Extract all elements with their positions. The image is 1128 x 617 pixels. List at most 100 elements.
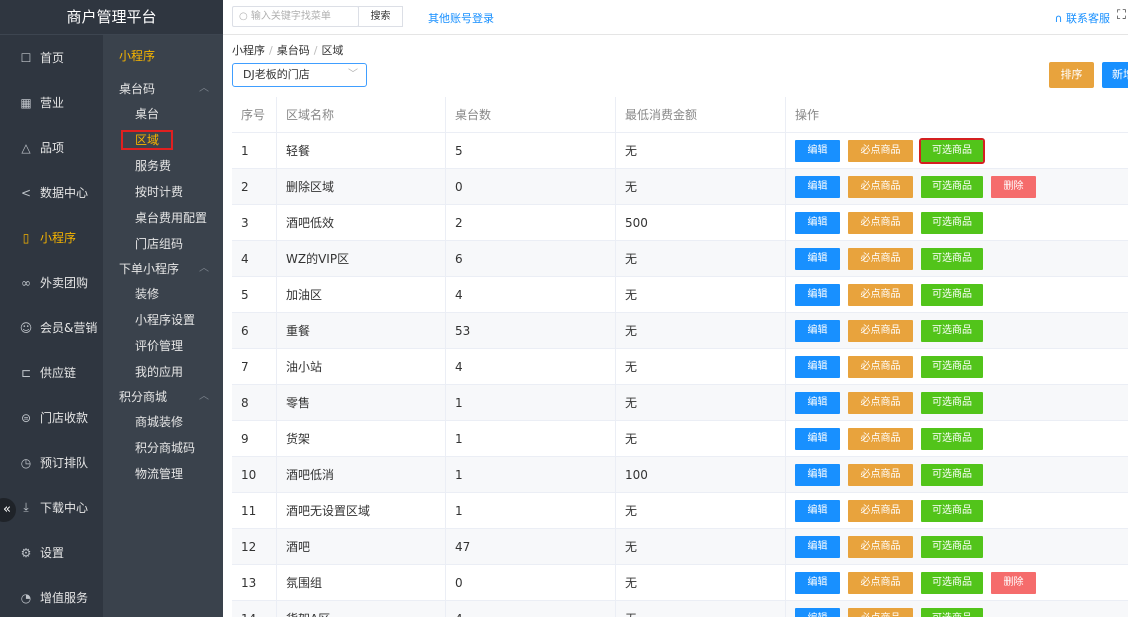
optional-items-button[interactable]: 可选商品 — [921, 427, 983, 450]
optional-items-button[interactable]: 可选商品 — [921, 355, 983, 378]
contact-support-label: 联系客服 — [1066, 12, 1110, 25]
sub-nav-item[interactable]: 商城装修 — [103, 409, 223, 435]
required-items-button[interactable]: 必点商品 — [848, 355, 913, 378]
optional-items-button[interactable]: 可选商品 — [919, 137, 985, 164]
row-name: 货架A区 — [276, 601, 445, 617]
sub-nav-item[interactable]: 物流管理 — [103, 461, 223, 487]
table-row: 3 酒吧低效 2 500 编辑 必点商品 可选商品 — [232, 205, 1128, 241]
sub-nav-item[interactable]: 我的应用 — [103, 359, 223, 385]
optional-items-button[interactable]: 可选商品 — [921, 571, 983, 594]
sub-nav-item[interactable]: 积分商城码 — [103, 435, 223, 461]
optional-items-button[interactable]: 可选商品 — [921, 463, 983, 486]
required-items-button[interactable]: 必点商品 — [848, 139, 913, 162]
add-button[interactable]: 新增 — [1102, 62, 1128, 88]
row-min-spend: 无 — [615, 277, 785, 312]
search-input[interactable]: ○ 输入关键字找菜单 — [232, 6, 359, 27]
optional-items-button[interactable]: 可选商品 — [921, 247, 983, 270]
optional-items-button[interactable]: 可选商品 — [921, 499, 983, 522]
row-min-spend: 无 — [615, 565, 785, 600]
optional-items-button[interactable]: 可选商品 — [921, 211, 983, 234]
nav-item[interactable]: ▯ 小程序 — [0, 215, 103, 260]
required-items-button[interactable]: 必点商品 — [848, 535, 913, 558]
required-items-button[interactable]: 必点商品 — [848, 283, 913, 306]
edit-button[interactable]: 编辑 — [795, 535, 840, 558]
breadcrumb-item[interactable]: 桌台码 — [277, 44, 310, 57]
fullscreen-icon[interactable]: ⛶ — [1117, 8, 1126, 23]
sub-nav-item[interactable]: 桌台 — [103, 101, 223, 127]
sub-nav-item[interactable]: 桌台费用配置 — [103, 205, 223, 231]
sub-nav-item[interactable]: 评价管理 — [103, 333, 223, 359]
other-account-login-link[interactable]: 其他账号登录 — [428, 10, 494, 26]
edit-button[interactable]: 编辑 — [795, 211, 840, 234]
required-items-button[interactable]: 必点商品 — [848, 499, 913, 522]
optional-items-button[interactable]: 可选商品 — [921, 391, 983, 414]
table-row: 11 酒吧无设置区域 1 无编辑 必点商品 可选商品 — [232, 493, 1128, 529]
nav-item[interactable]: ⊜ 门店收款 — [0, 395, 103, 440]
edit-button[interactable]: 编辑 — [795, 463, 840, 486]
required-items-button[interactable]: 必点商品 — [848, 211, 913, 234]
sub-nav-item[interactable]: 服务费 — [103, 153, 223, 179]
required-items-button[interactable]: 必点商品 — [848, 607, 913, 617]
phone-icon: ▯ — [22, 230, 30, 245]
required-items-button[interactable]: 必点商品 — [848, 175, 913, 198]
contact-support-link[interactable]: ∩ 联系客服 — [1054, 10, 1110, 26]
store-select[interactable]: DJ老板的门店 ﹀ — [232, 63, 367, 87]
sub-nav-item-label: 小程序设置 — [135, 313, 196, 327]
row-tables: 53 — [445, 313, 615, 348]
sub-nav-item[interactable]: 按时计费 — [103, 179, 223, 205]
row-actions: 编辑必点商品可选商品 — [785, 529, 1128, 564]
sub-nav-item[interactable]: 小程序设置 — [103, 307, 223, 333]
search-button[interactable]: 搜索 — [358, 6, 403, 27]
edit-button[interactable]: 编辑 — [795, 247, 840, 270]
edit-button[interactable]: 编辑 — [795, 175, 840, 198]
required-items-button[interactable]: 必点商品 — [848, 463, 913, 486]
sub-nav-item[interactable]: 装修 — [103, 281, 223, 307]
required-items-button[interactable]: 必点商品 — [848, 391, 913, 414]
edit-button[interactable]: 编辑 — [795, 499, 840, 522]
search-placeholder: 输入关键字找菜单 — [250, 11, 331, 22]
sub-nav-group[interactable]: 桌台码 ︿ — [103, 77, 223, 101]
edit-button[interactable]: 编辑 — [795, 355, 840, 378]
optional-items-button[interactable]: 可选商品 — [921, 607, 983, 617]
edit-button[interactable]: 编辑 — [795, 283, 840, 306]
optional-items-button[interactable]: 可选商品 — [921, 283, 983, 306]
sub-nav-item[interactable]: 门店组码 — [103, 231, 223, 257]
nav-item[interactable]: ⊏ 供应链 — [0, 350, 103, 395]
edit-button[interactable]: 编辑 — [795, 571, 840, 594]
nav-item[interactable]: ⚙ 设置 — [0, 530, 103, 575]
sort-button[interactable]: 排序 — [1049, 62, 1094, 88]
nav-item[interactable]: ☺ 会员&营销 — [0, 305, 103, 350]
row-tables: 4 — [445, 601, 615, 617]
nav-item[interactable]: ☐ 首页 — [0, 35, 103, 80]
chevron-down-icon: ﹀ — [348, 69, 358, 80]
required-items-button[interactable]: 必点商品 — [848, 247, 913, 270]
delete-button[interactable]: 删除 — [991, 175, 1036, 198]
nav-item[interactable]: ▦ 营业 — [0, 80, 103, 125]
sub-nav-item[interactable]: 区域 — [103, 127, 223, 153]
optional-items-button[interactable]: 可选商品 — [921, 175, 983, 198]
nav-item[interactable]: ◷ 预订排队 — [0, 440, 103, 485]
nav-item[interactable]: ∞ 外卖团购 — [0, 260, 103, 305]
optional-items-button[interactable]: 可选商品 — [921, 319, 983, 342]
sub-nav-item-label: 按时计费 — [135, 185, 184, 199]
edit-button[interactable]: 编辑 — [795, 139, 840, 162]
sub-nav-group[interactable]: 下单小程序 ︿ — [103, 257, 223, 281]
nav-item[interactable]: < 数据中心 — [0, 170, 103, 215]
edit-button[interactable]: 编辑 — [795, 319, 840, 342]
edit-button[interactable]: 编辑 — [795, 607, 840, 617]
optional-items-button[interactable]: 可选商品 — [921, 535, 983, 558]
edit-button[interactable]: 编辑 — [795, 427, 840, 450]
nav-item[interactable]: ◔ 增值服务 — [0, 575, 103, 617]
nav-item[interactable]: △ 品项 — [0, 125, 103, 170]
required-items-button[interactable]: 必点商品 — [848, 319, 913, 342]
delete-button[interactable]: 删除 — [991, 571, 1036, 594]
nav-item-label: 数据中心 — [40, 186, 89, 200]
breadcrumb-item[interactable]: 小程序 — [232, 44, 265, 57]
edit-button[interactable]: 编辑 — [795, 391, 840, 414]
sub-sidebar-title: 小程序 — [119, 49, 156, 63]
row-name: WZ的VIP区 — [276, 241, 445, 276]
required-items-button[interactable]: 必点商品 — [848, 571, 913, 594]
sub-nav-group[interactable]: 积分商城 ︿ — [103, 385, 223, 409]
row-actions: 编辑必点商品可选商品 — [785, 277, 1128, 312]
required-items-button[interactable]: 必点商品 — [848, 427, 913, 450]
